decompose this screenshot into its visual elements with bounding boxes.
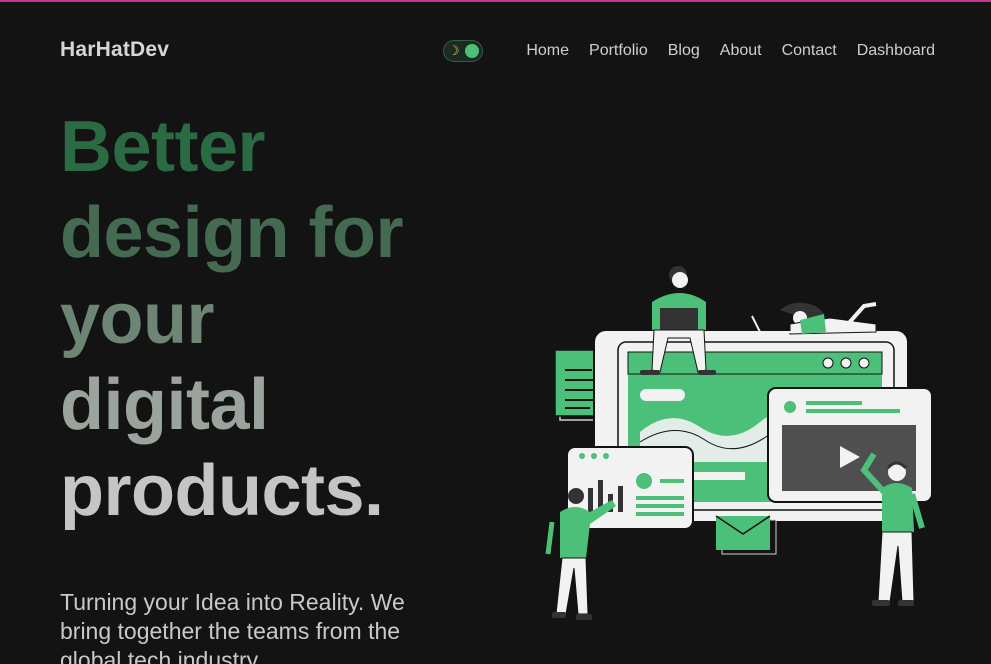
nav-home[interactable]: Home (526, 42, 569, 60)
main-nav: Home Portfolio Blog About Contact Dashbo… (526, 42, 935, 60)
theme-toggle[interactable]: ☽ (443, 40, 483, 62)
toggle-knob (465, 44, 479, 58)
headline-line-1: Better (60, 107, 266, 187)
headline-line-5: products. (60, 451, 384, 531)
nav-contact[interactable]: Contact (782, 42, 837, 60)
headline-line-4: digital (60, 365, 269, 445)
headline-line-2: design for (60, 193, 404, 273)
nav-about[interactable]: About (720, 42, 762, 60)
site-header: HarHatDev ☽ Home Portfolio Blog About Co… (0, 2, 991, 102)
headline-line-3: your (60, 279, 215, 359)
hero-subtext: Turning your Idea into Reality. We bring… (60, 589, 405, 664)
nav-portfolio[interactable]: Portfolio (589, 42, 648, 60)
envelope-icon (715, 515, 777, 555)
hero-illustration (545, 266, 933, 620)
video-card (767, 387, 933, 503)
moon-icon: ☽ (448, 43, 460, 58)
nav-dashboard[interactable]: Dashboard (857, 42, 935, 60)
nav-blog[interactable]: Blog (668, 42, 700, 60)
hero-headline: Better design for your digital products. (60, 104, 404, 534)
page-frame: HarHatDev ☽ Home Portfolio Blog About Co… (0, 0, 991, 664)
brand-logo[interactable]: HarHatDev (60, 38, 169, 62)
